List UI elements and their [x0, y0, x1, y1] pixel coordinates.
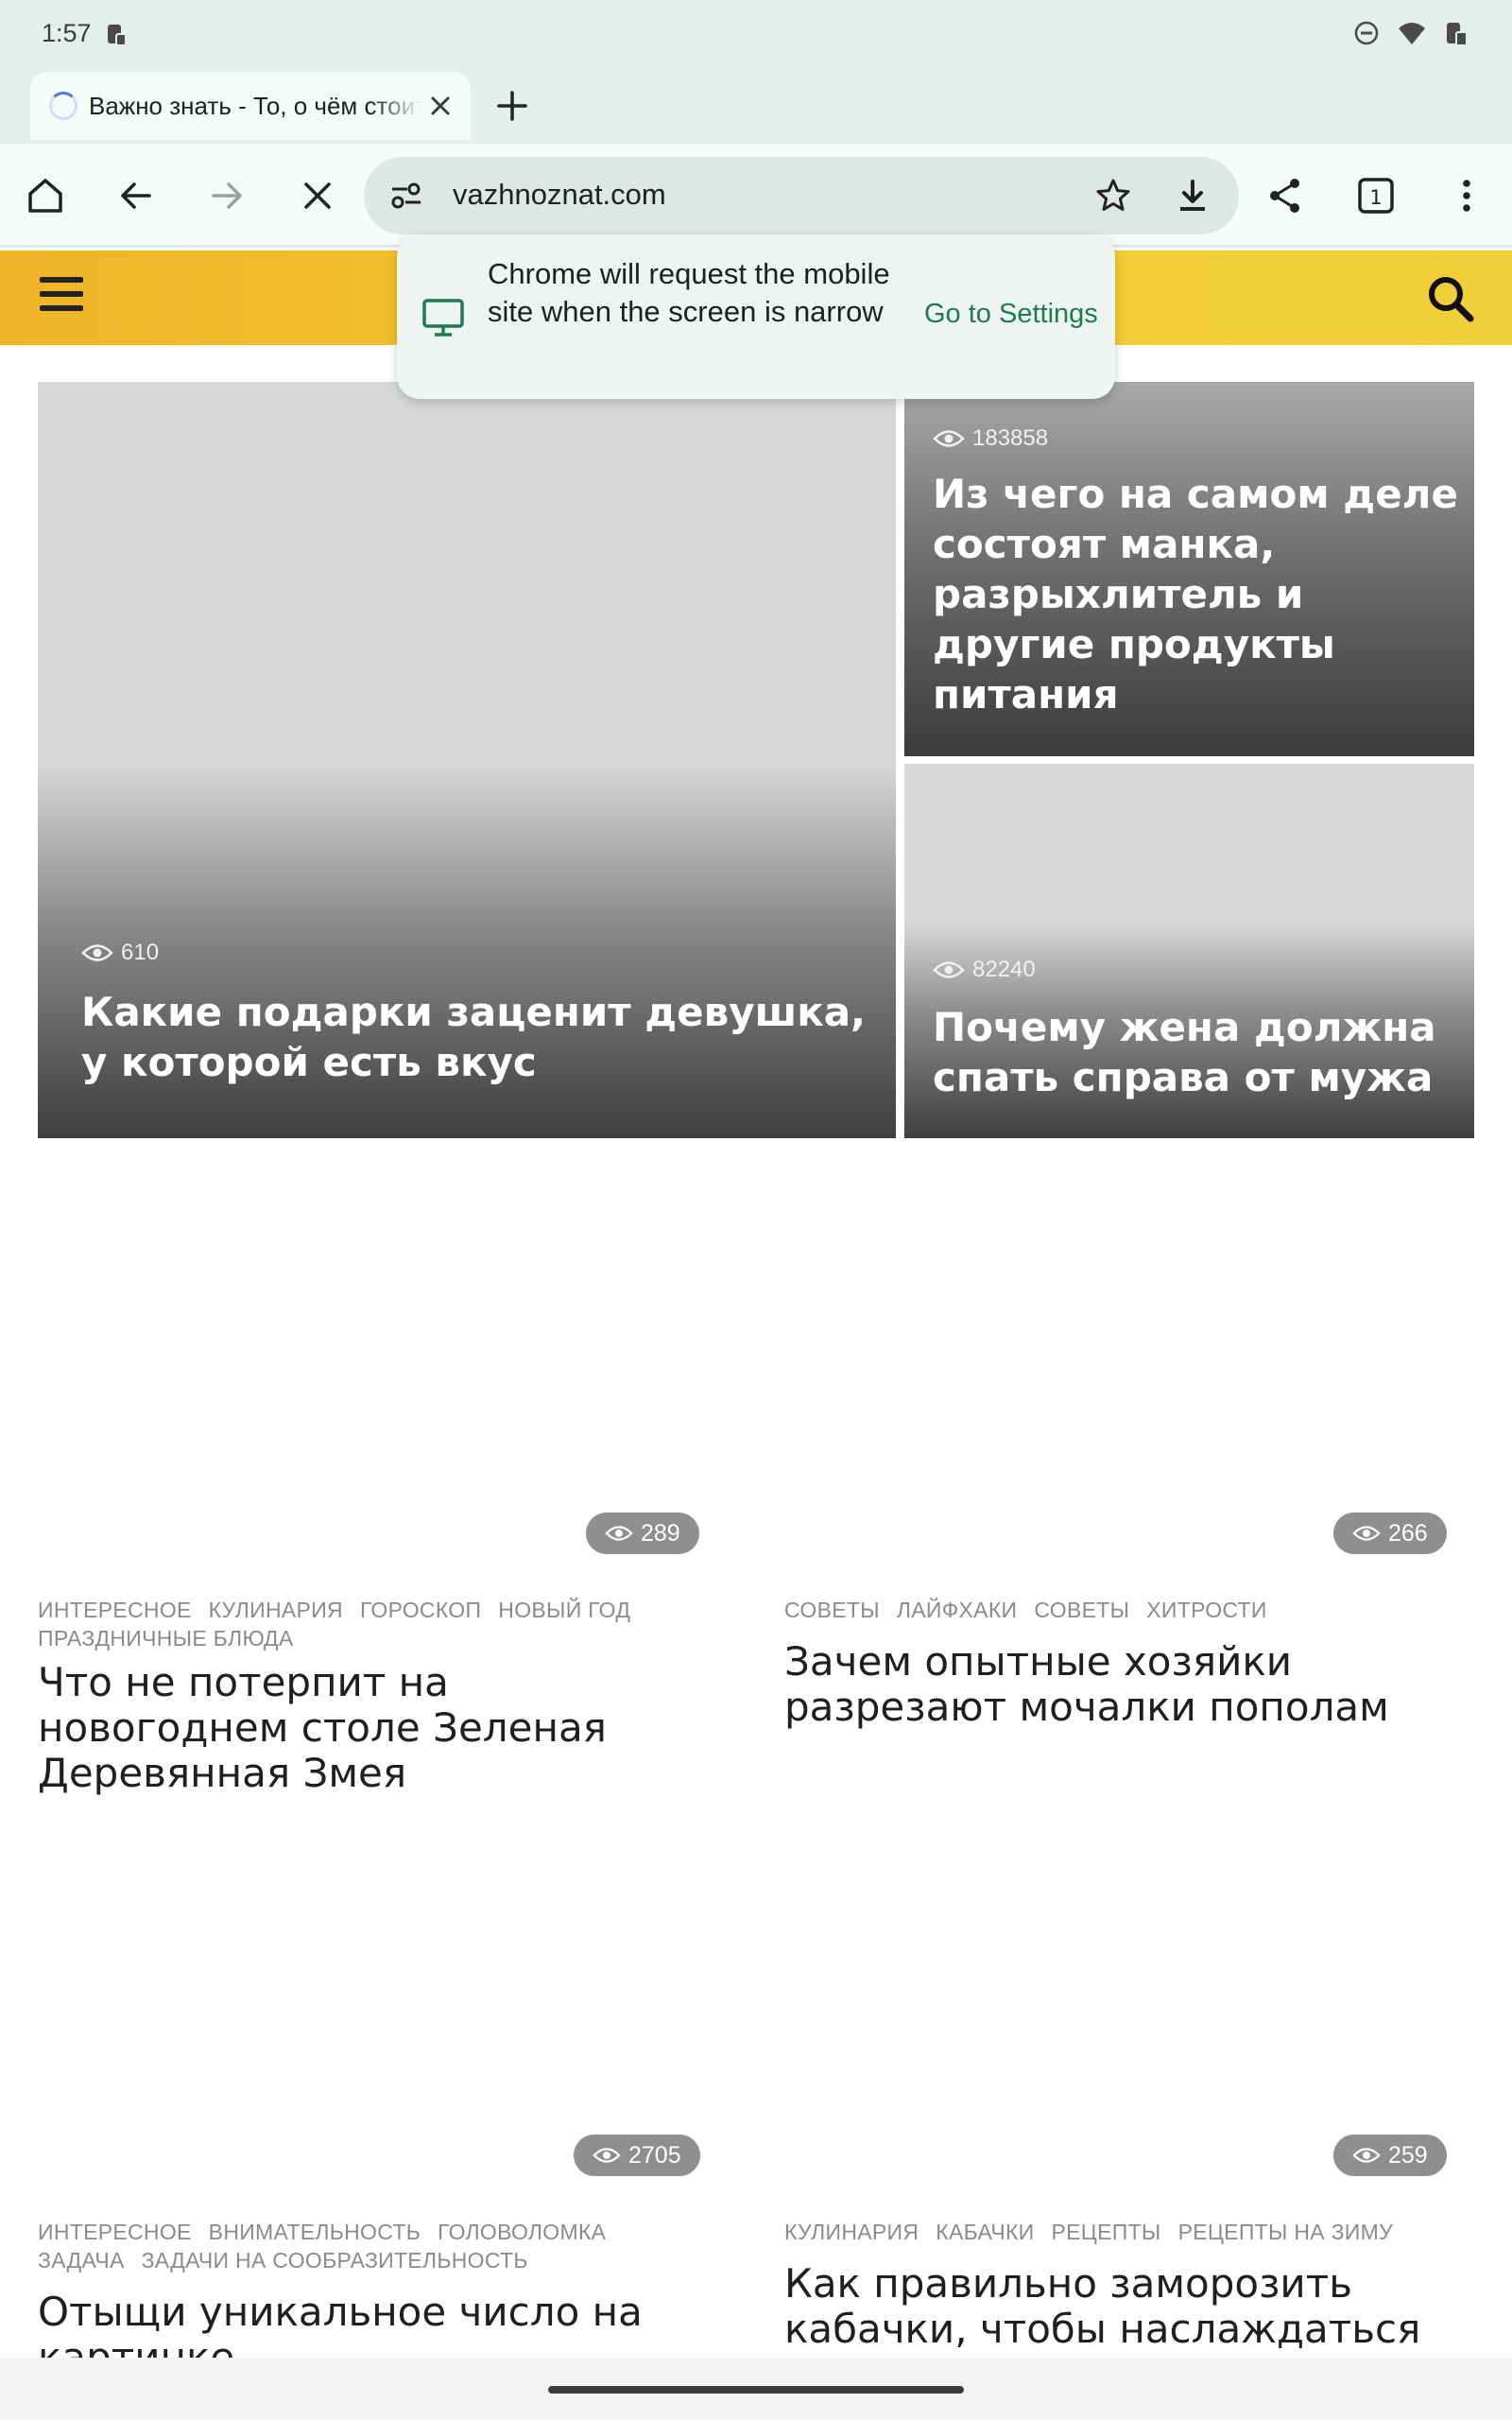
bookmark-star-icon[interactable] — [1093, 176, 1133, 216]
tag-link[interactable]: ХИТРОСТИ — [1146, 1598, 1266, 1622]
mobile-site-bubble: Chrome will request the mobile site when… — [397, 234, 1115, 399]
view-count: 610 — [81, 940, 159, 966]
view-count-badge: 266 — [1333, 1512, 1447, 1554]
hamburger-menu-icon[interactable] — [40, 277, 83, 315]
gesture-nav-bar — [0, 2358, 1512, 2420]
eye-icon — [933, 961, 965, 978]
article-title[interactable]: Что не потерпит на новогоднем столе Зеле… — [38, 1660, 699, 1796]
tag-link[interactable]: СОВЕТЫ — [1034, 1598, 1129, 1622]
tag-link[interactable]: ГОЛОВОЛОМКА — [438, 2220, 606, 2244]
article-tags: КУЛИНАРИЯ КАБАЧКИ РЕЦЕПТЫ РЕЦЕПТЫ НА ЗИМУ — [784, 2218, 1484, 2246]
status-bar: 1:57 — [0, 0, 1512, 68]
eye-icon — [593, 2148, 621, 2163]
tag-link[interactable]: НОВЫЙ ГОД — [498, 1598, 630, 1622]
hero-card-main[interactable]: 610 Какие подарки заценит девушка, у кот… — [38, 382, 896, 1138]
loading-spinner-icon — [49, 92, 77, 120]
menu-button[interactable] — [1440, 169, 1493, 222]
eye-icon — [1352, 1526, 1381, 1541]
share-button[interactable] — [1259, 169, 1312, 222]
dnd-icon — [1354, 21, 1379, 45]
url-text[interactable]: vazhnoznat.com — [453, 178, 666, 212]
more-vert-icon — [1463, 180, 1470, 212]
hero-card-title[interactable]: Какие подарки заценит девушка, у которой… — [81, 987, 866, 1087]
forward-arrow-icon — [212, 182, 242, 209]
tag-link[interactable]: СОВЕТЫ — [784, 1598, 880, 1622]
tag-link[interactable]: РЕЦЕПТЫ НА ЗИМУ — [1178, 2220, 1393, 2244]
tag-link[interactable]: КАБАЧКИ — [936, 2220, 1034, 2244]
article-thumbnail[interactable] — [38, 1153, 705, 1550]
site-settings-icon[interactable] — [388, 178, 424, 214]
tab-active[interactable]: Важно знать - То, о чём стоит знать — [30, 72, 471, 140]
tag-link[interactable]: КУЛИНАРИЯ — [209, 1598, 343, 1622]
article-title[interactable]: Зачем опытные хозяйки разрезают мочалки … — [784, 1639, 1484, 1730]
home-gesture-handle[interactable] — [548, 2386, 964, 2394]
tag-link[interactable]: РЕЦЕПТЫ — [1052, 2220, 1161, 2244]
tag-link[interactable]: ГОРОСКОП — [360, 1598, 481, 1622]
view-count: 82240 — [933, 957, 1036, 983]
tag-link[interactable]: ЛАЙФХАКИ — [897, 1598, 1017, 1622]
hero-card-title[interactable]: Из чего на самом деле состоят манка, раз… — [933, 469, 1462, 719]
tag-link[interactable]: ИНТЕРЕСНОЕ — [38, 1598, 192, 1622]
tag-link[interactable]: ПРАЗДНИЧНЫЕ БЛЮДА — [38, 1626, 294, 1651]
search-icon[interactable] — [1425, 273, 1476, 324]
close-tab-icon[interactable] — [423, 89, 457, 123]
new-tab-icon[interactable] — [491, 85, 533, 127]
browser-toolbar: vazhnoznat.com 1 — [0, 144, 1512, 248]
view-count: 183858 — [933, 425, 1048, 452]
download-icon[interactable] — [1173, 176, 1212, 216]
forward-button[interactable] — [200, 169, 253, 222]
share-icon — [1270, 179, 1299, 213]
article-thumbnail[interactable] — [784, 1815, 1452, 2155]
view-count-badge: 289 — [586, 1512, 699, 1554]
hero-card-side-top[interactable]: 183858 Из чего на самом деле состоят ман… — [904, 382, 1474, 756]
bubble-message: Chrome will request the mobile site when… — [488, 257, 890, 328]
go-to-settings-link[interactable]: Go to Settings — [924, 299, 1098, 330]
hero-card-side-bottom[interactable]: 82240 Почему жена должна спать справа от… — [904, 764, 1474, 1138]
article-thumbnail[interactable] — [38, 1815, 705, 2155]
stop-loading-button[interactable] — [291, 169, 344, 222]
stop-icon — [304, 182, 331, 209]
article-thumbnail[interactable] — [784, 1153, 1452, 1550]
tab-switcher-button[interactable]: 1 — [1349, 169, 1402, 222]
tag-link[interactable]: ВНИМАТЕЛЬНОСТЬ — [209, 2220, 421, 2244]
status-icons — [1353, 19, 1469, 47]
status-time: 1:57 — [42, 19, 92, 47]
back-button[interactable] — [110, 169, 163, 222]
tag-link[interactable]: КУЛИНАРИЯ — [784, 2220, 919, 2244]
article-tags: ИНТЕРЕСНОЕ КУЛИНАРИЯ ГОРОСКОП НОВЫЙ ГОД ПРА… — [38, 1596, 718, 1652]
view-count-badge: 259 — [1333, 2135, 1447, 2176]
tab-title: Важно знать - То, о чём стоит знать — [89, 91, 421, 120]
wifi-icon — [1399, 23, 1425, 44]
hero-card-title[interactable]: Почему жена должна спать справа от мужа — [933, 1002, 1462, 1102]
eye-icon — [933, 430, 965, 447]
desktop-monitor-icon — [422, 299, 464, 337]
eye-icon — [81, 944, 113, 961]
article-tags: СОВЕТЫ ЛАЙФХАКИ СОВЕТЫ ХИТРОСТИ — [784, 1596, 1484, 1624]
home-button[interactable] — [19, 169, 72, 222]
home-icon — [28, 179, 62, 213]
tag-link[interactable]: ЗАДАЧИ НА СООБРАЗИТЕЛЬНОСТЬ — [142, 2248, 528, 2273]
tab-count-icon: 1 — [1358, 178, 1394, 214]
tag-link[interactable]: ИНТЕРЕСНОЕ — [38, 2220, 192, 2244]
battery-icon — [1447, 23, 1468, 46]
address-bar[interactable]: vazhnoznat.com — [364, 157, 1239, 234]
eye-icon — [1352, 2148, 1381, 2163]
svg-text:1: 1 — [1369, 186, 1382, 209]
work-profile-icon — [108, 25, 127, 46]
eye-icon — [605, 1526, 633, 1541]
back-arrow-icon — [121, 182, 151, 209]
article-tags: ИНТЕРЕСНОЕ ВНИМАТЕЛЬНОСТЬ ГОЛОВОЛОМКА ЗАДА… — [38, 2218, 718, 2274]
tab-strip: Важно знать - То, о чём стоит знать — [0, 68, 1512, 144]
tag-link[interactable]: ЗАДАЧА — [38, 2248, 125, 2273]
view-count-badge: 2705 — [574, 2135, 700, 2176]
